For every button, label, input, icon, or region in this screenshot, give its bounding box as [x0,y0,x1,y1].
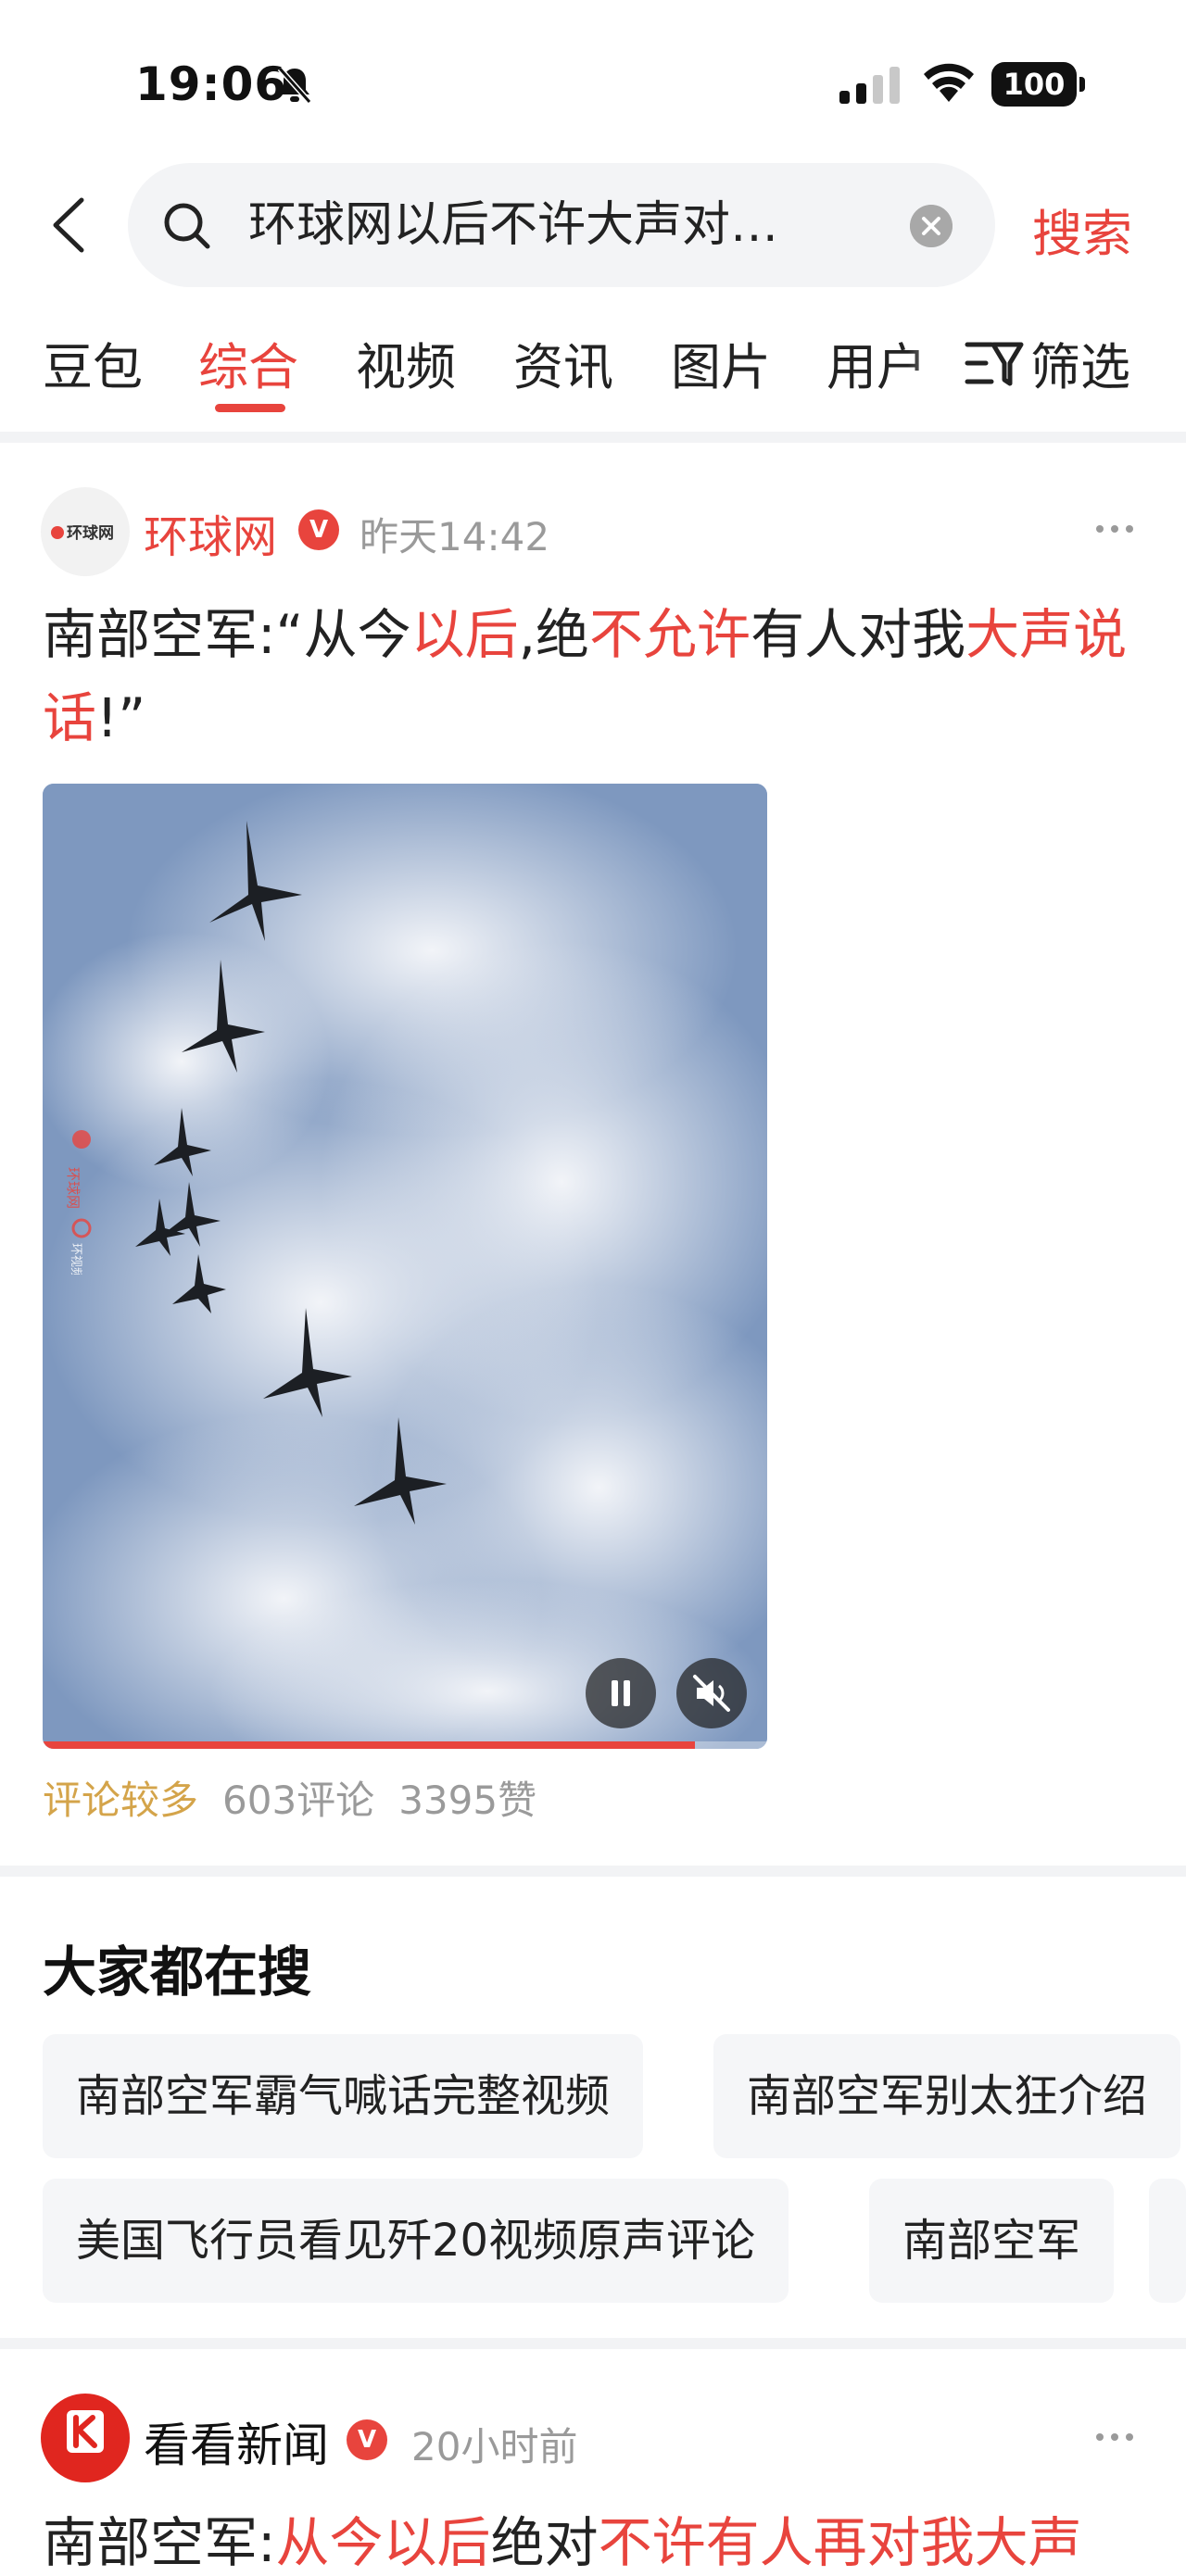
svg-text:环视频: 环视频 [69,1243,82,1275]
trending-chip[interactable]: 南部空军 [869,2179,1115,2303]
headline-text: !” [96,686,146,749]
hot-comments-tag: 评论较多 [43,1778,199,1823]
svg-text:环球网: 环球网 [65,1167,82,1209]
cellular-signal-icon [839,67,900,104]
battery-indicator: 100 [991,62,1085,107]
pause-icon[interactable] [586,1658,656,1728]
wifi-icon [924,63,974,102]
trending-chip[interactable]: 美国飞行员看见歼20视频原声评论 [43,2179,789,2303]
article-headline[interactable]: 南部空军:“从今以后,绝不允许有人对我大声说话!” [43,593,1145,760]
more-options-icon[interactable] [1095,524,1134,534]
verified-badge-icon: V [298,509,339,550]
tab-comprehensive[interactable]: 综合 [198,326,298,399]
trending-title: 大家都在搜 [43,1941,312,2004]
video-watermark: 环球网 环视频 [65,1130,92,1275]
search-bar[interactable]: 环球网以后不许大声对… [128,163,995,287]
kankan-logo [67,2410,104,2453]
tab-news[interactable]: 资讯 [513,326,613,399]
source-avatar[interactable] [41,2394,130,2482]
trending-chip[interactable]: 南部空军霸气喊话完整视频 [43,2034,644,2158]
bell-muted-icon [277,67,312,104]
back-arrow-icon[interactable] [46,193,93,258]
headline-text: 有人对我 [751,603,966,666]
more-options-icon[interactable] [1095,2432,1134,2442]
source-avatar[interactable]: 环球网 [41,487,130,576]
svg-text:环球网: 环球网 [67,524,114,543]
clear-search-icon[interactable] [910,205,953,247]
section-divider [0,1866,1186,1877]
huanqiu-logo: 环球网 [51,524,114,543]
tab-images[interactable]: 图片 [671,326,771,399]
tabs-fade [908,324,964,398]
highlighted-keyword: 不许有人再对我大声 [598,2511,1082,2574]
sky-scene [43,784,767,1749]
video-progress-fill [43,1741,695,1749]
highlighted-keyword: 大声 [965,603,1074,666]
headline-text: ,绝 [518,603,590,666]
search-icon [164,203,210,249]
highlighted-keyword: 以后 [410,603,519,666]
muted-speaker-icon[interactable] [676,1658,747,1728]
active-tab-indicator [215,404,285,412]
trending-chip-partial[interactable] [1149,2179,1186,2303]
verified-badge-icon: V [347,2419,387,2460]
post-time: 20小时前 [411,2424,578,2469]
like-count[interactable]: 3395赞 [398,1778,536,1823]
filter-icon[interactable] [964,339,1027,389]
headline-text: 南部空军: [43,2511,276,2574]
search-input[interactable]: 环球网以后不许大声对… [248,195,897,256]
section-divider [0,2338,1186,2349]
tab-doubao[interactable]: 豆包 [43,326,143,399]
comment-count[interactable]: 603评论 [222,1778,374,1823]
article-meta: 评论较多 603评论 3395赞 [43,1769,536,1826]
headline-text: 绝对 [490,2511,599,2574]
post-time: 昨天14:42 [360,514,550,559]
source-name[interactable]: 看看新闻 [144,2408,329,2475]
status-bar: 19:06 100 [0,0,1186,162]
status-time: 19:06 [135,57,288,111]
source-name[interactable]: 环球网 [144,500,277,565]
filter-button[interactable]: 筛选 [1030,326,1130,399]
video-progress-bar[interactable] [43,1741,767,1749]
trending-chip[interactable]: 南部空军别太狂介绍 [713,2034,1181,2158]
section-divider [0,432,1186,443]
highlighted-keyword: 不允许 [589,603,751,666]
video-player[interactable]: 环球网 环视频 [43,784,767,1749]
article-headline[interactable]: 南部空军:从今以后绝对不许有人再对我大声 [43,2501,1173,2576]
highlighted-keyword: 从今以后 [275,2511,491,2574]
tab-video[interactable]: 视频 [356,326,456,399]
headline-text: 南部空军:“从今 [43,603,411,666]
search-button[interactable]: 搜索 [1032,193,1132,266]
